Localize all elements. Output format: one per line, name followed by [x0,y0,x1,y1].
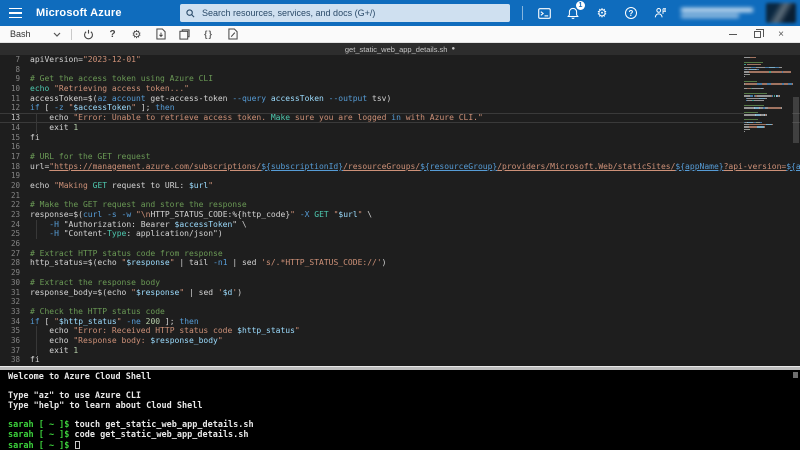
code-line[interactable]: 32 [0,297,800,307]
terminal-prompt: sarah [ ~ ]$ [8,441,69,450]
cloud-shell-window: Microsoft Azure Copilot [0,0,800,450]
code-line[interactable]: 34if [ "$http_status" -ne 200 ]; then [0,317,800,327]
feedback-icon[interactable] [652,5,668,21]
code-line[interactable]: 38fi [0,355,800,365]
settings-gear-icon[interactable]: ⚙ [594,5,610,21]
help-icon[interactable]: ? [623,5,639,21]
code-line[interactable]: 19 [0,171,800,181]
code-editor[interactable]: 7apiVersion="2023-12-01"89# Get the acce… [0,55,800,366]
global-search[interactable] [180,4,510,22]
upload-download-files-icon[interactable] [154,27,168,41]
shell-selector[interactable]: Bash [6,29,61,39]
code-line[interactable]: 33# Check the HTTP status code [0,307,800,317]
divider [71,29,72,40]
help-icon[interactable]: ? [106,27,120,41]
code-line[interactable]: 10echo "Retrieving access token..." [0,84,800,94]
web-preview-icon[interactable] [226,27,240,41]
search-input[interactable] [200,7,504,19]
code-line[interactable]: 36 echo "Response body: $response_body" [0,336,800,346]
editor-tab-filename[interactable]: get_static_web_app_details.sh [345,45,448,54]
code-line[interactable]: 29 [0,268,800,278]
code-line[interactable]: 30# Extract the response body [0,278,800,288]
terminal-scrollbar[interactable] [793,372,798,378]
chevron-down-icon [53,32,61,37]
terminal-line: Welcome to Azure Cloud Shell [8,373,800,383]
terminal-line: sarah [ ~ ]$ [8,441,800,450]
azure-logo: Microsoft Azure [36,7,122,19]
code-line[interactable]: 25 -H "Content-Type: application/json") [0,229,800,239]
code-line[interactable]: 11accessToken=$(az account get-access-to… [0,94,800,104]
divider [522,6,523,20]
restart-shell-icon[interactable] [82,27,96,41]
terminal-lines: Welcome to Azure Cloud ShellType "az" to… [8,373,800,450]
code-line[interactable]: 23response=$(curl -s -w "\nHTTP_STATUS_C… [0,210,800,220]
terminal-line: Type "help" to learn about Cloud Shell [8,402,800,412]
code-line[interactable]: 20echo "Making GET request to URL: $url" [0,181,800,191]
code-line[interactable]: 17# URL for the GET request [0,152,800,162]
code-line[interactable]: 12if [ -z "$accessToken" ]; then [0,103,800,113]
shell-selector-label: Bash [10,29,31,39]
search-icon [186,9,195,18]
code-line[interactable]: 13 echo "Error: Unable to retrieve acces… [0,113,800,123]
code-line[interactable]: 21 [0,191,800,201]
code-line[interactable]: 37 exit 1 [0,346,800,356]
code-line[interactable]: 28http_status=$(echo "$response" | tail … [0,258,800,268]
azure-top-bar: Microsoft Azure Copilot [0,0,800,26]
minimize-button[interactable] [728,29,738,39]
terminal[interactable]: Welcome to Azure Cloud ShellType "az" to… [0,370,800,450]
code-lines: 7apiVersion="2023-12-01"89# Get the acce… [0,55,800,365]
terminal-prompt: sarah [ ~ ]$ [8,430,69,440]
code-line[interactable]: 7apiVersion="2023-12-01" [0,55,800,65]
code-line[interactable]: 31response_body=$(echo "$response" | sed… [0,288,800,298]
code-line[interactable]: 15fi [0,133,800,143]
hamburger-menu-icon[interactable] [0,0,30,26]
code-line[interactable]: 14 exit 1 [0,123,800,133]
code-line[interactable]: 35 echo "Error: Received HTTP status cod… [0,326,800,336]
notifications-bell-icon[interactable]: 1 [565,5,581,21]
avatar[interactable] [766,3,796,23]
code-line[interactable]: 16 [0,142,800,152]
cloud-shell-icon[interactable] [536,5,552,21]
code-line[interactable]: 8 [0,65,800,75]
vertical-scrollbar[interactable] [793,97,799,143]
restore-button[interactable] [752,29,762,39]
unsaved-changes-dot: ● [451,46,455,52]
new-session-icon[interactable] [178,27,192,41]
cloud-shell-toolbar: Bash ? ⚙ [0,26,800,43]
editor-tab-bar: get_static_web_app_details.sh ● [0,43,800,55]
terminal-prompt: sarah [ ~ ]$ [8,420,69,430]
code-line[interactable]: 27# Extract HTTP status code from respon… [0,249,800,259]
code-line[interactable]: 24 -H "Authorization: Bearer $accessToke… [0,220,800,230]
settings-gear-icon[interactable]: ⚙ [130,27,144,41]
terminal-cursor [75,441,80,449]
code-line[interactable]: 9# Get the access token using Azure CLI [0,74,800,84]
code-line[interactable]: 22# Make the GET request and store the r… [0,200,800,210]
account-info-redacted[interactable] [681,8,753,18]
code-line[interactable]: 26 [0,239,800,249]
minimap[interactable] [744,55,792,134]
code-line[interactable]: 18url="https://management.azure.com/subs… [0,162,800,172]
open-editor-icon[interactable]: {} [202,27,216,41]
close-button[interactable]: × [776,29,786,39]
terminal-line: sarah [ ~ ]$ code get_static_web_app_det… [8,431,800,441]
window-controls: × [728,29,794,39]
notification-badge: 1 [576,1,585,10]
